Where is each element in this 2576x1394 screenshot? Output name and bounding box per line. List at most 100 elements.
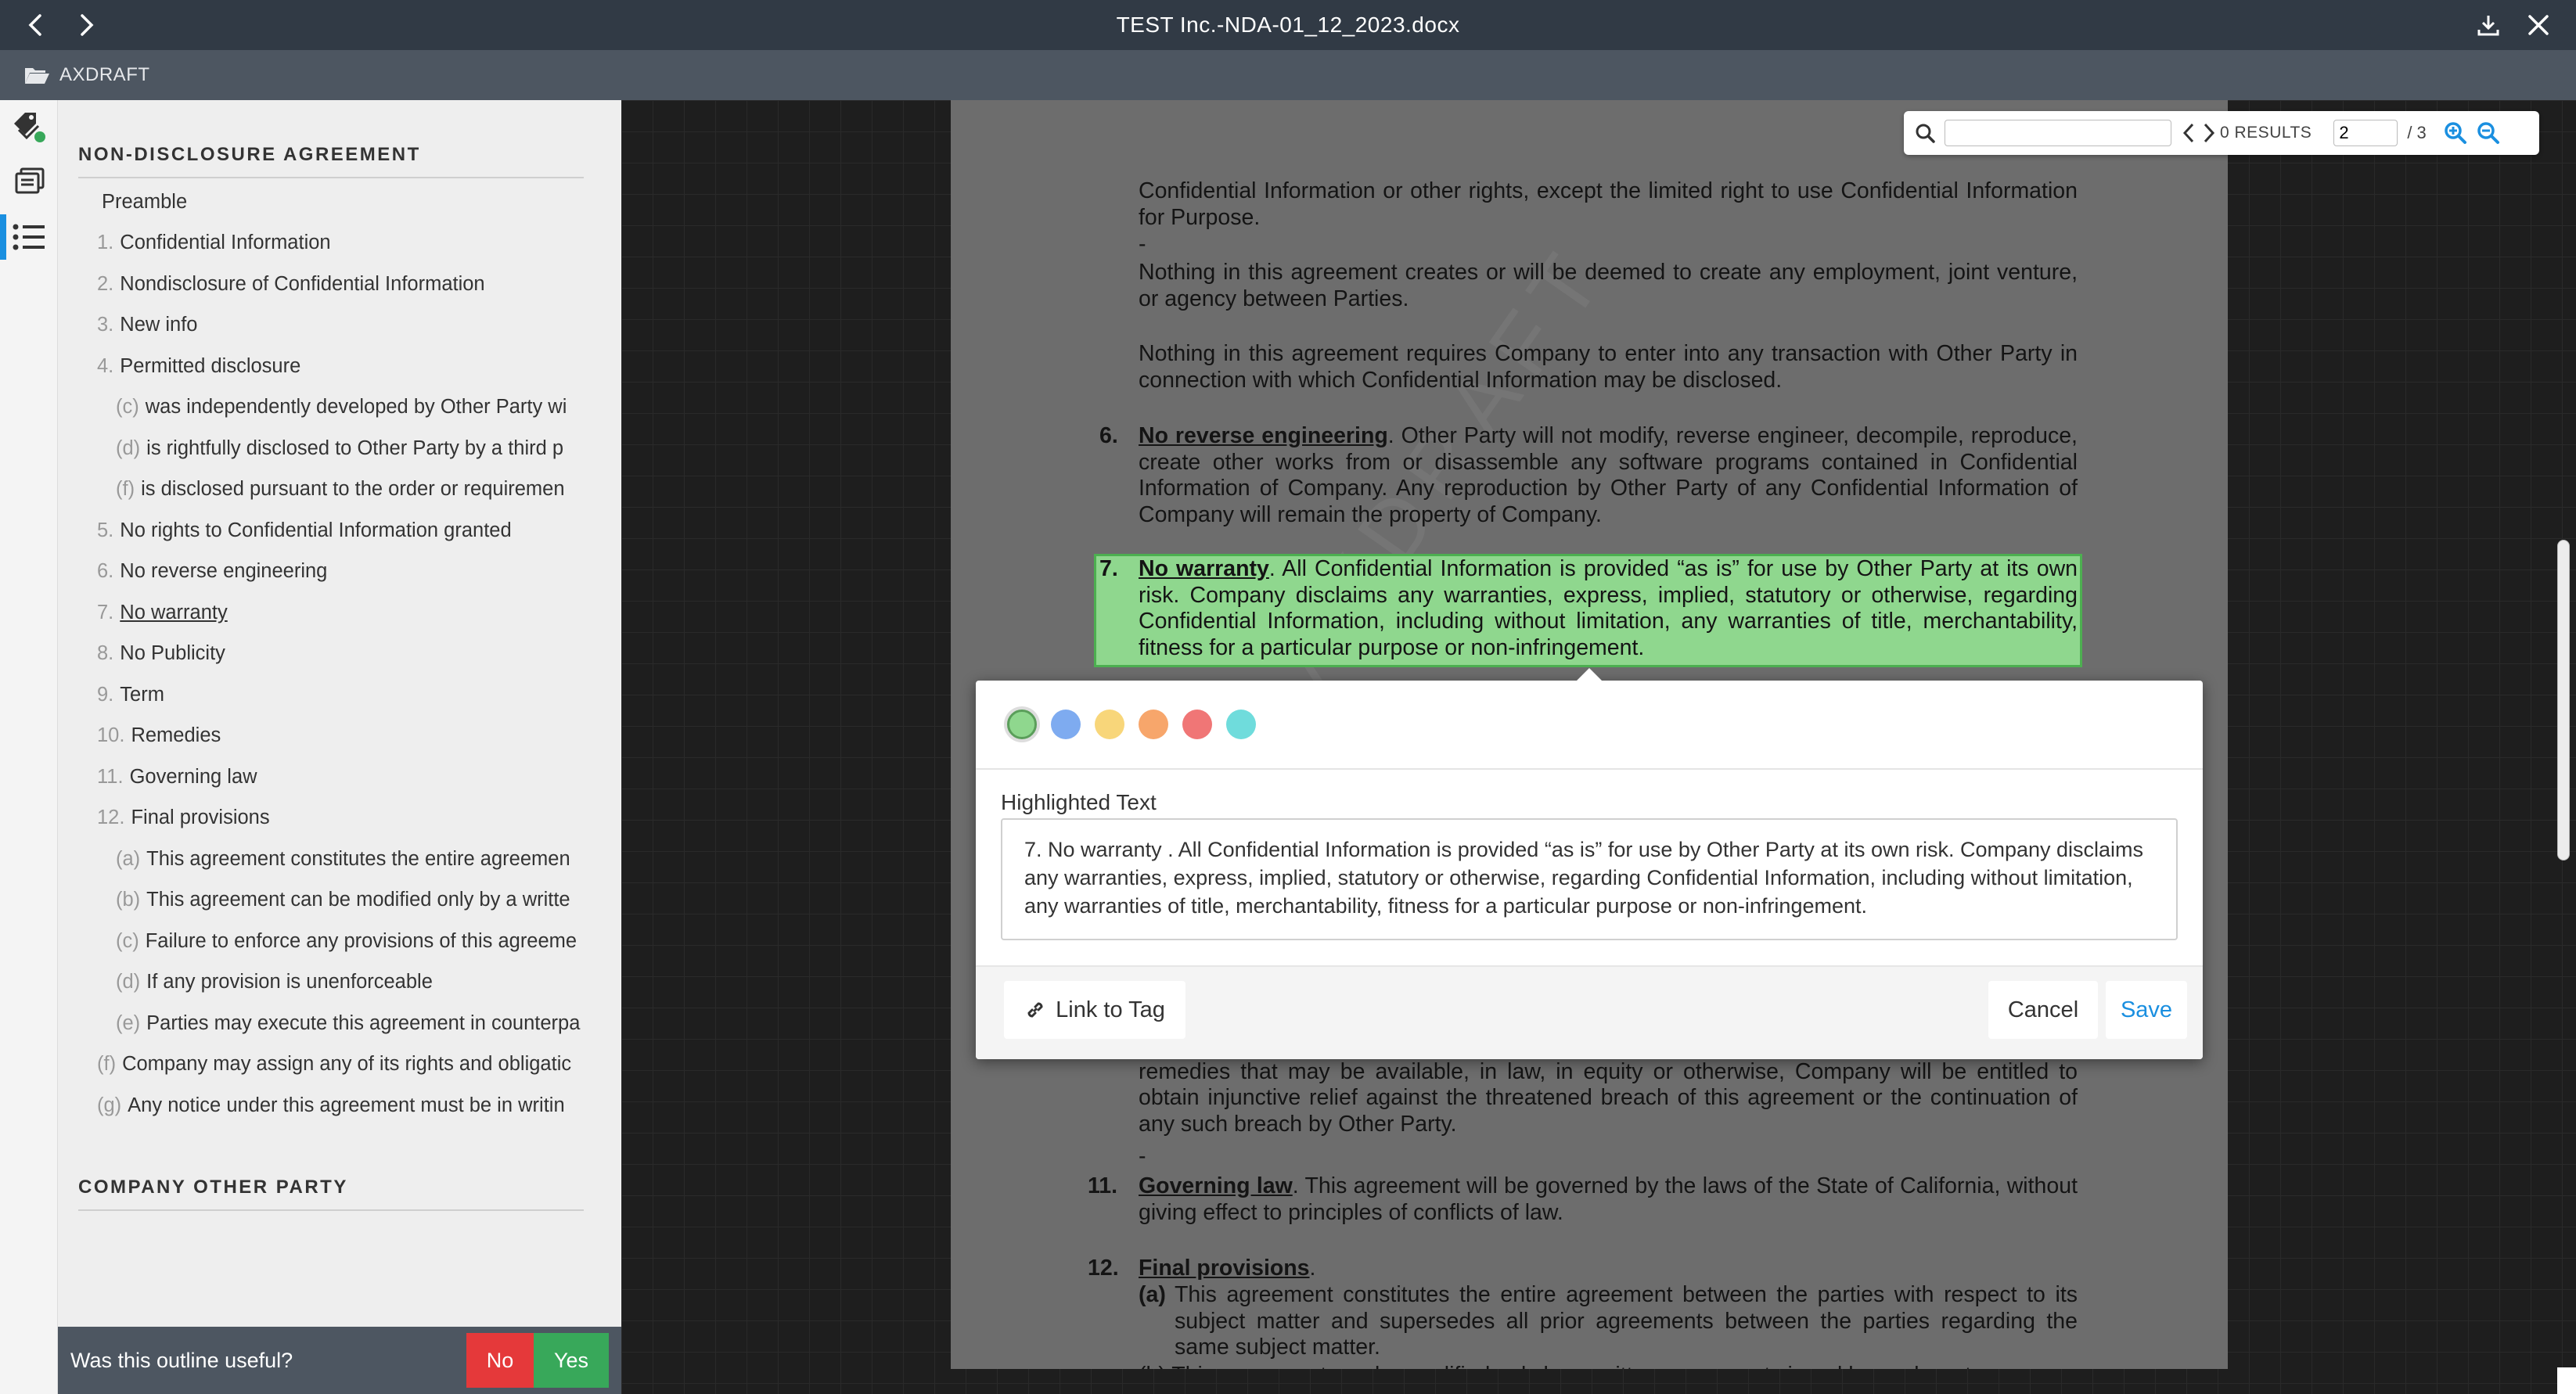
outline-item[interactable]: (e) Parties may execute this agreement in… xyxy=(58,1003,604,1044)
outline-item-label: This agreement can be modified only by a… xyxy=(146,889,570,911)
feedback-yes-button[interactable]: Yes xyxy=(534,1333,609,1388)
outline-item-number: (a) xyxy=(116,847,141,870)
doc-section-12: Final provisions. xyxy=(1139,1256,2078,1282)
outline-item-label: No rights to Confidential Information gr… xyxy=(120,519,512,541)
outline-item[interactable]: (g) Any notice under this agreement must … xyxy=(58,1085,604,1126)
outline-item-number: (e) xyxy=(116,1011,141,1034)
color-swatch-cyan[interactable] xyxy=(1226,710,1256,739)
doc-subsection: This agreement constitutes the entire ag… xyxy=(1175,1282,2078,1360)
page-total: / 3 xyxy=(2407,123,2427,142)
outline-item-label: is disclosed pursuant to the order or re… xyxy=(141,478,565,501)
outline-item[interactable]: (a) This agreement constitutes the entire… xyxy=(58,839,604,880)
outline-item-number: 2. xyxy=(97,272,114,295)
outline-item[interactable]: 8. No Publicity xyxy=(58,634,604,675)
section-body: . All Confidential Information is provid… xyxy=(1139,556,2078,660)
outline-item-number: (c) xyxy=(116,396,139,419)
title-bar: TEST Inc.-NDA-01_12_2023.docx xyxy=(0,0,2576,50)
rail-outline-button[interactable] xyxy=(0,210,58,264)
outline-item[interactable]: 11. Governing law xyxy=(58,756,604,798)
outline-item-label: is rightfully disclosed to Other Party b… xyxy=(146,437,564,459)
outline-item[interactable]: 2. Nondisclosure of Confidential Informat… xyxy=(58,264,604,305)
breadcrumb: AXDRAFT xyxy=(0,50,2576,100)
scrollbar[interactable] xyxy=(2557,540,2570,860)
section-number: 11. xyxy=(1088,1173,1118,1198)
outline-item-number: 1. xyxy=(97,232,114,254)
link-to-tag-button[interactable]: Link to Tag xyxy=(1004,981,1185,1039)
outline-item-number: (d) xyxy=(116,971,141,993)
page-number-input[interactable] xyxy=(2333,120,2398,146)
outline-item-label: This agreement constitutes the entire ag… xyxy=(146,847,570,870)
color-swatch-orange[interactable] xyxy=(1139,710,1168,739)
next-result-button[interactable] xyxy=(2203,122,2215,144)
section-heading: Governing law xyxy=(1139,1173,1293,1198)
doc-dash: - xyxy=(1139,232,1146,257)
highlighted-text-box[interactable]: 7. No warranty . All Confidential Inform… xyxy=(1001,818,2178,940)
doc-paragraph: Nothing in this agreement creates or wil… xyxy=(1139,260,2078,311)
forward-button[interactable] xyxy=(69,8,103,42)
color-swatch-blue[interactable] xyxy=(1051,710,1081,739)
list-icon xyxy=(13,224,45,250)
section-number: 7. xyxy=(1099,556,1118,581)
outline-item-number: 8. xyxy=(97,642,114,665)
color-swatch-red[interactable] xyxy=(1182,710,1212,739)
section-number: 12. xyxy=(1088,1256,1119,1281)
search-icon xyxy=(1915,123,1935,143)
color-swatch-yellow[interactable] xyxy=(1095,710,1124,739)
close-window-button[interactable] xyxy=(2521,8,2556,42)
outline-item[interactable]: 7. No warranty xyxy=(58,592,604,634)
outline-item[interactable]: (c) Failure to enforce any provisions of … xyxy=(58,921,604,962)
outline-item[interactable]: (b) This agreement can be modified only b… xyxy=(58,880,604,922)
outline-item-number: 9. xyxy=(97,683,114,706)
folder-open-icon xyxy=(25,68,49,84)
outline-sidebar: NON-DISCLOSURE AGREEMENT Preamble 1. Confi… xyxy=(58,100,621,1327)
rail-tags-button[interactable] xyxy=(0,100,58,155)
color-swatch-green[interactable] xyxy=(1007,710,1037,739)
outline-item-label: No reverse engineering xyxy=(120,560,328,583)
download-button[interactable] xyxy=(2471,8,2506,42)
outline-item[interactable]: (f) is disclosed pursuant to the order or… xyxy=(58,469,604,511)
outline-section-title: NON-DISCLOSURE AGREEMENT xyxy=(78,144,584,178)
zoom-in-button[interactable] xyxy=(2444,121,2467,145)
outline-item[interactable]: (d) is rightfully disclosed to Other Part… xyxy=(58,428,604,469)
save-button[interactable]: Save xyxy=(2106,981,2187,1039)
outline-item-label: Permitted disclosure xyxy=(120,354,301,377)
outline-item[interactable]: 9. Term xyxy=(58,674,604,716)
outline-item[interactable]: Preamble xyxy=(58,181,604,223)
outline-item-number: 11. xyxy=(97,765,124,788)
outline-item-label: If any provision is unenforceable xyxy=(146,971,433,993)
chevron-left-icon xyxy=(2182,123,2194,143)
section-heading: No warranty xyxy=(1139,556,1269,581)
breadcrumb-item-axdraft[interactable]: AXDRAFT xyxy=(59,64,150,86)
scrollbar-corner xyxy=(2557,1367,2576,1394)
zoom-out-icon xyxy=(2477,122,2499,144)
outline-item[interactable]: 5. No rights to Confidential Information … xyxy=(58,510,604,551)
outline-item[interactable]: 4. Permitted disclosure xyxy=(58,346,604,387)
search-input[interactable] xyxy=(1945,120,2171,146)
outline-item[interactable]: (c) was independently developed by Other … xyxy=(58,387,604,429)
feedback-question: Was this outline useful? xyxy=(70,1348,293,1372)
outline-item[interactable]: 10. Remedies xyxy=(58,716,604,757)
chevron-left-icon xyxy=(28,14,41,36)
outline-item[interactable]: 1. Confidential Information xyxy=(58,223,604,264)
prev-result-button[interactable] xyxy=(2182,122,2195,144)
doc-section-6: No reverse engineering. Other Party will… xyxy=(1139,423,2078,528)
outline-item[interactable]: (f) Company may assign any of its rights … xyxy=(58,1044,604,1086)
outline-item-label: Final provisions xyxy=(131,807,270,829)
back-button[interactable] xyxy=(19,8,53,42)
outline-item[interactable]: 6. No reverse engineering xyxy=(58,551,604,593)
download-icon xyxy=(2477,16,2499,36)
doc-section-7[interactable]: No warranty. All Confidential Informatio… xyxy=(1139,556,2078,661)
outline-item[interactable]: (d) If any provision is unenforceable xyxy=(58,962,604,1004)
outline-item-number: 7. xyxy=(97,601,114,623)
feedback-no-button[interactable]: No xyxy=(466,1333,534,1388)
zoom-out-button[interactable] xyxy=(2477,121,2500,145)
window-title: TEST Inc.-NDA-01_12_2023.docx xyxy=(1116,13,1460,37)
chevron-right-icon xyxy=(81,14,94,36)
cancel-button[interactable]: Cancel xyxy=(1988,981,2098,1039)
rail-layers-button[interactable] xyxy=(0,155,58,210)
popup-footer: Link to Tag Cancel Save xyxy=(976,965,2203,1059)
outline-item[interactable]: 12. Final provisions xyxy=(58,798,604,839)
outline-item[interactable]: 3. New info xyxy=(58,305,604,347)
outline-item-number: (d) xyxy=(116,437,141,459)
close-icon xyxy=(2528,15,2549,35)
